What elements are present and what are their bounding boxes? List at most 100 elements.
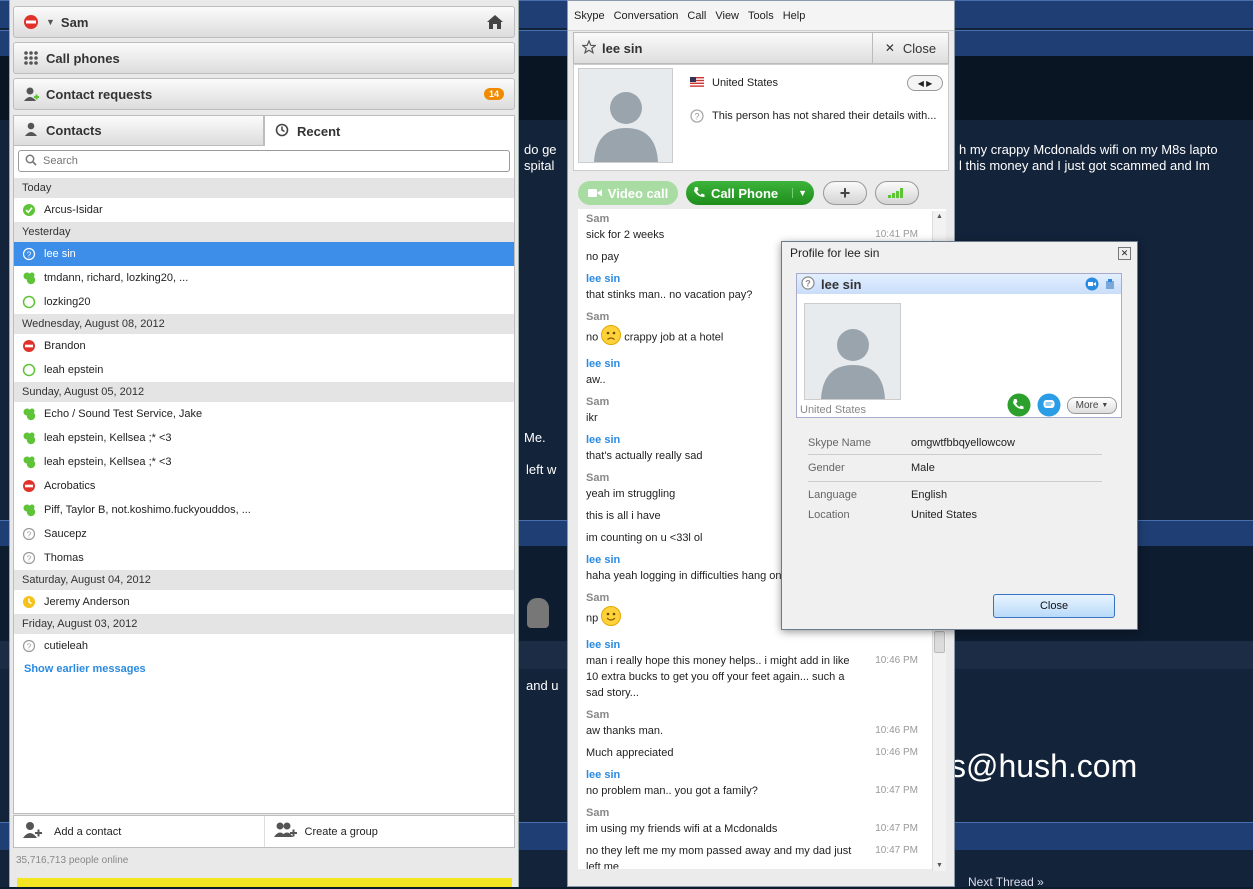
menu-bar: Skype Conversation Call View Tools Help bbox=[568, 1, 954, 31]
recent-conversation-item[interactable]: leah epstein, Kellsea ;* <3 bbox=[14, 450, 514, 474]
chat-message: lee sin no problem man.. you got a family… bbox=[578, 767, 918, 799]
tab-recent-label: Recent bbox=[297, 123, 341, 139]
conversation-title: leah epstein, Kellsea ;* <3 bbox=[44, 456, 172, 468]
close-button[interactable]: Close bbox=[993, 594, 1115, 618]
close-conversation-button[interactable]: ✕ Close bbox=[872, 33, 948, 63]
search-field[interactable] bbox=[18, 150, 510, 172]
profile-card: ? lee sin United States More ▼ bbox=[796, 273, 1122, 418]
close-label: Close bbox=[1039, 600, 1069, 612]
notification-bar[interactable] bbox=[17, 878, 512, 887]
home-icon[interactable] bbox=[486, 13, 504, 34]
date-group-header: Wednesday, August 08, 2012 bbox=[14, 314, 514, 334]
close-icon[interactable]: ✕ bbox=[1118, 247, 1131, 260]
avatar bbox=[578, 68, 673, 163]
recent-conversation-item[interactable]: Acrobatics bbox=[14, 474, 514, 498]
create-group-button[interactable]: Create a group bbox=[263, 816, 515, 847]
scroll-down-icon: ▼ bbox=[936, 862, 943, 869]
recent-conversation-item[interactable]: Echo / Sound Test Service, Jake bbox=[14, 402, 514, 426]
video-camera-icon[interactable] bbox=[1085, 277, 1099, 294]
recent-conversation-item[interactable]: ? cutieleah bbox=[14, 634, 514, 658]
user-status-button[interactable]: ▼ Sam bbox=[13, 6, 515, 38]
contact-country: United States bbox=[712, 77, 779, 89]
more-button[interactable]: More ▼ bbox=[1067, 397, 1117, 414]
profile-field-label: Skype Name bbox=[808, 437, 871, 449]
recent-conversation-item[interactable]: Arcus-Isidar bbox=[14, 198, 514, 222]
signal-strength-icon bbox=[888, 186, 906, 201]
conversation-name: lee sin bbox=[602, 40, 643, 56]
message-author: Sam bbox=[586, 213, 610, 225]
recent-conversation-item[interactable]: leah epstein bbox=[14, 358, 514, 382]
unknown-status-icon: ? bbox=[22, 639, 36, 653]
search-input[interactable] bbox=[43, 155, 483, 167]
bg-text: Me. bbox=[524, 430, 546, 445]
message-author: lee sin bbox=[586, 769, 621, 781]
svg-text:?: ? bbox=[27, 250, 32, 259]
svg-text:?: ? bbox=[27, 554, 32, 563]
chat-button[interactable] bbox=[1037, 393, 1061, 420]
recent-conversation-item[interactable]: Piff, Taylor B, not.koshimo.fuckyouddos,… bbox=[14, 498, 514, 522]
menu-item-skype[interactable]: Skype bbox=[574, 10, 605, 22]
call-quality-button[interactable] bbox=[875, 181, 919, 205]
call-buttons: Video call Call Phone ▼ + bbox=[578, 181, 948, 205]
menu-item-help[interactable]: Help bbox=[783, 10, 806, 22]
message-text: that stinks man.. no vacation pay? bbox=[586, 289, 753, 301]
chat-message: Much appreciated 10:46 PM bbox=[578, 745, 918, 761]
add-people-button[interactable]: + bbox=[823, 181, 867, 205]
profile-name: lee sin bbox=[821, 276, 862, 292]
message-text: aw thanks man. bbox=[586, 725, 664, 737]
recent-conversation-item[interactable]: ? Thomas bbox=[14, 546, 514, 570]
add-contact-label: Add a contact bbox=[54, 825, 122, 838]
recent-list: Today Arcus-Isidar Yesterday? lee sin tmdann… bbox=[14, 178, 514, 680]
message-text: sick for 2 weeks bbox=[586, 229, 665, 241]
video-call-button[interactable]: Video call bbox=[578, 181, 678, 205]
busy-status-icon bbox=[22, 13, 40, 31]
call-phones-button[interactable]: Call phones bbox=[13, 42, 515, 74]
tab-recent[interactable]: Recent bbox=[264, 115, 515, 146]
avatar bbox=[527, 598, 549, 628]
call-phone-button[interactable]: Call Phone ▼ bbox=[686, 181, 814, 205]
message-line: im using my friends wifi at a Mcdonalds bbox=[586, 821, 858, 837]
recent-conversation-item[interactable]: leah epstein, Kellsea ;* <3 bbox=[14, 426, 514, 450]
message-text: im using my friends wifi at a Mcdonalds bbox=[586, 823, 778, 835]
contact-requests-button[interactable]: Contact requests 14 bbox=[13, 78, 515, 110]
away-status-icon bbox=[22, 595, 36, 609]
message-timestamp: 10:47 PM bbox=[875, 823, 918, 834]
phone-book-icon[interactable] bbox=[1105, 278, 1115, 293]
message-line: aw thanks man. bbox=[586, 723, 858, 739]
contact-details-note: This person has not shared their details… bbox=[712, 110, 937, 122]
show-earlier-messages-link[interactable]: Show earlier messages bbox=[14, 658, 514, 680]
message-text: ikr bbox=[586, 412, 598, 424]
tab-contacts[interactable]: Contacts bbox=[13, 115, 264, 146]
call-button[interactable] bbox=[1007, 393, 1031, 420]
message-text: haha yeah logging in difficulties hang o… bbox=[586, 570, 782, 582]
recent-conversation-item[interactable]: Brandon bbox=[14, 334, 514, 358]
chevron-down-icon[interactable]: ▼ bbox=[792, 188, 807, 198]
menu-item-conversation[interactable]: Conversation bbox=[614, 10, 679, 22]
dialpad-icon bbox=[22, 49, 40, 67]
date-group-header: Friday, August 03, 2012 bbox=[14, 614, 514, 634]
conversation-title: leah epstein, Kellsea ;* <3 bbox=[44, 432, 172, 444]
profile-field: Gender Male bbox=[808, 462, 935, 474]
menu-item-call[interactable]: Call bbox=[687, 10, 706, 22]
conversation-title: cutieleah bbox=[44, 640, 89, 652]
conversation-title: leah epstein bbox=[44, 364, 104, 376]
menu-item-tools[interactable]: Tools bbox=[748, 10, 774, 22]
recent-conversation-item[interactable]: Jeremy Anderson bbox=[14, 590, 514, 614]
busy-status-icon bbox=[22, 339, 36, 353]
profile-field-label: Gender bbox=[808, 462, 845, 474]
recent-conversation-item[interactable]: tmdann, richard, lozking20, ... bbox=[14, 266, 514, 290]
scroll-thumb[interactable] bbox=[934, 631, 945, 653]
date-group-header: Today bbox=[14, 178, 514, 198]
profile-country: United States bbox=[800, 404, 867, 416]
menu-item-view[interactable]: View bbox=[715, 10, 739, 22]
add-contact-button[interactable]: Add a contact bbox=[14, 816, 264, 847]
carousel-arrows[interactable]: ◀ ▶ bbox=[907, 75, 943, 91]
recent-conversation-item[interactable]: ? lee sin bbox=[14, 242, 514, 266]
recent-conversation-item[interactable]: lozking20 bbox=[14, 290, 514, 314]
message-text: that's actually really sad bbox=[586, 450, 703, 462]
message-text: aw.. bbox=[586, 374, 606, 386]
star-icon[interactable] bbox=[581, 38, 597, 57]
recent-conversation-item[interactable]: ? Saucepz bbox=[14, 522, 514, 546]
profile-field-value: English bbox=[911, 489, 948, 501]
group-chat-icon bbox=[22, 455, 36, 469]
